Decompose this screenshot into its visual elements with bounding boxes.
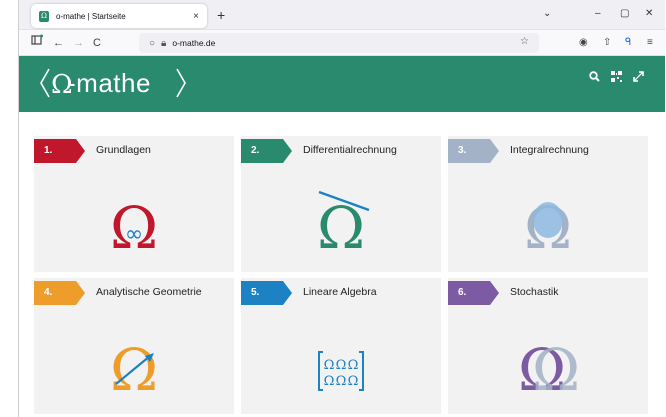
chapter-card-grundlagen[interactable]: 1. Grundlagen Ω ∞ [34,136,234,272]
list-all-tabs-button[interactable]: ⌄ [543,5,551,23]
sidebar-toggle-icon[interactable] [31,34,43,52]
svg-text:Ω: Ω [348,358,359,373]
search-extension-icon[interactable]: ᑫ [625,35,631,51]
bookmark-star-icon[interactable]: ☆ [520,36,529,47]
chapter-number-badge: 5. [241,281,283,305]
url-text: o-mathe.de [172,38,216,48]
svg-text:Ω: Ω [324,358,335,373]
forward-arrow-icon[interactable]: → [73,34,84,52]
omega-matrix-icon: Ω Ω Ω Ω Ω Ω [318,351,364,391]
omega-infinity-icon: Ω ∞ [110,194,158,262]
share-icon[interactable]: ⇧ [603,35,611,51]
new-tab-button[interactable]: + [217,6,225,24]
chapter-title: Integralrechnung [510,144,589,156]
badge-arrow [283,139,292,163]
site-favicon-icon: Ω [39,10,49,22]
omega-integral-icon: Ω [524,194,572,262]
svg-text:Ω: Ω [532,336,580,404]
badge-arrow [76,139,85,163]
back-arrow-icon[interactable]: ← [53,34,64,52]
chapter-title: Stochastik [510,286,559,298]
browser-tab[interactable]: Ω o-mathe | Startseite × [31,4,207,28]
search-icon[interactable] [589,71,600,85]
tab-title: o-mathe | Startseite [56,11,126,21]
close-window-button[interactable]: ✕ [645,5,653,23]
navigation-bar: ← → C ○ 🔒︎ o-mathe.de ☆ ◉ ⇧ ᑫ ≡ [19,30,665,56]
omega-overlap-icon: Ω Ω [518,336,580,404]
extension-icon[interactable]: ◉ [579,35,588,51]
svg-text:Ω: Ω [336,358,347,373]
shield-icon: ○ [149,37,156,49]
chapter-title: Analytische Geometrie [96,286,202,298]
lock-icon: 🔒︎ [161,37,167,49]
chapter-card-lineare-algebra[interactable]: 5. Lineare Algebra Ω Ω Ω Ω Ω Ω [241,278,441,414]
menu-icon[interactable]: ≡ [647,35,653,51]
reload-icon[interactable]: C [93,34,101,52]
chapter-card-differentialrechnung[interactable]: 2. Differentialrechnung Ω [241,136,441,272]
fullscreen-icon[interactable] [633,71,644,85]
svg-text:Ω: Ω [348,374,359,389]
omega-tangent-icon: Ω [317,190,370,262]
badge-arrow [490,281,499,305]
chapter-number-badge: 4. [34,281,76,305]
chapter-number-badge: 1. [34,139,76,163]
qr-code-icon[interactable] [611,71,622,85]
svg-text:Ω: Ω [336,374,347,389]
chapter-number-badge: 6. [448,281,490,305]
tab-close-button[interactable]: × [193,11,199,22]
chapter-card-stochastik[interactable]: 6. Stochastik Ω Ω [448,278,648,414]
omega-vector-icon: Ω [110,336,158,404]
chapter-card-analytische-geometrie[interactable]: 4. Analytische Geometrie Ω [34,278,234,414]
chapter-title: Differentialrechnung [303,144,397,156]
tab-bar: Ω o-mathe | Startseite × + ⌄ – ▢ ✕ [19,0,665,30]
svg-text:Ω: Ω [324,374,335,389]
svg-text:Ω: Ω [317,194,365,262]
logo-text: -mathe [67,68,151,98]
chapter-title: Grundlagen [96,144,151,156]
chapter-card-integralrechnung[interactable]: 3. Integralrechnung Ω [448,136,648,272]
minimize-button[interactable]: – [595,5,601,23]
svg-text:∞: ∞ [125,222,143,247]
site-header: Ω -mathe [19,56,665,112]
chapter-number-badge: 2. [241,139,283,163]
chapter-number-badge: 3. [448,139,490,163]
maximize-button[interactable]: ▢ [620,5,629,23]
site-logo[interactable]: Ω -mathe [39,67,186,99]
chapter-title: Lineare Algebra [303,286,377,298]
address-bar[interactable]: ○ 🔒︎ o-mathe.de ☆ [139,33,539,53]
badge-arrow [283,281,292,305]
badge-arrow [76,281,85,305]
badge-arrow [490,139,499,163]
